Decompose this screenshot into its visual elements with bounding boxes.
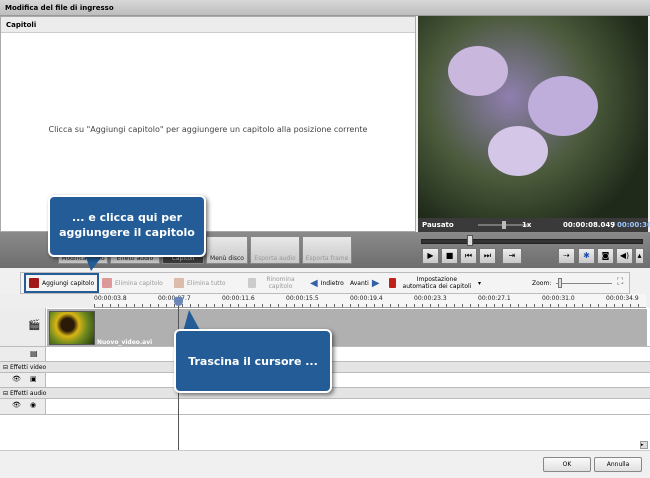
zoom-label: Zoom: <box>532 279 552 287</box>
chapter-toolbar: Aggiungi capitolo Elimina capitolo Elimi… <box>20 272 630 294</box>
forward-label: Avanti <box>350 279 369 287</box>
track-label: 👁 ◉ <box>0 399 46 414</box>
chapters-header: Capitoli <box>1 17 415 33</box>
zoom-slider-thumb[interactable] <box>558 278 562 288</box>
video-track-icon: 🎬 <box>28 320 41 331</box>
menu-disco-button[interactable]: Menù disco <box>206 236 248 264</box>
delete-all-icon <box>174 278 184 288</box>
esporta-audio-label: Esporta audio <box>254 255 296 262</box>
menu-disco-label: Menù disco <box>210 255 244 262</box>
ruler-tick: 00:00:31.0 <box>542 295 575 302</box>
scroll-right-icon[interactable]: ▸ <box>640 441 648 449</box>
esporta-frame-button[interactable]: Esporta frame <box>302 236 352 264</box>
playback-mode-icon[interactable]: ⇢ <box>558 248 575 264</box>
video-preview <box>418 16 648 218</box>
preview-image <box>488 126 548 176</box>
total-time: 00:00:36.400 <box>617 221 650 229</box>
audio-effect-icon: ◉ <box>30 401 37 409</box>
esporta-audio-button[interactable]: Esporta audio <box>250 236 300 264</box>
preview-image <box>448 46 508 96</box>
next-frame-icon[interactable]: ⏭ <box>479 248 496 264</box>
speed-slider-thumb[interactable] <box>502 221 506 229</box>
rename-chapter-button[interactable]: Rinomina capitolo <box>245 273 305 293</box>
add-chapter-button[interactable]: Aggiungi capitolo <box>24 273 100 293</box>
dropdown-icon: ▾ <box>477 279 481 287</box>
forward-button[interactable]: Avanti ▶ <box>347 273 383 293</box>
ok-button[interactable]: OK <box>543 457 591 472</box>
audio-effects-label: Effetti audio <box>9 390 47 397</box>
time-separator: / <box>612 221 615 229</box>
seek-thumb[interactable] <box>466 235 473 246</box>
auto-chapters-icon <box>389 278 396 288</box>
timeline-empty-area <box>0 415 650 450</box>
delete-chapter-icon <box>102 278 112 288</box>
prev-frame-icon[interactable]: ⏮ <box>460 248 477 264</box>
delete-all-label: Elimina tutto <box>187 279 226 287</box>
player-status: Pausato <box>422 221 454 229</box>
drag-cursor-callout: Trascina il cursore ... <box>174 329 332 393</box>
audio-track-icon: ▤ <box>30 349 38 358</box>
ruler-tick: 00:00:11.6 <box>222 295 255 302</box>
clip-thumbnail <box>49 311 95 345</box>
ruler-tick: 00:00:34.9 <box>606 295 639 302</box>
arrow-left-icon: ◀ <box>310 277 318 289</box>
callout-pointer <box>85 255 103 271</box>
stop-icon[interactable]: ■ <box>441 248 458 264</box>
seek-bar[interactable] <box>421 239 643 244</box>
track-label: 👁 ▣ <box>0 373 46 387</box>
volume-icon[interactable]: ◀) <box>616 248 633 264</box>
back-button[interactable]: ◀ Indietro <box>307 273 347 293</box>
go-to-icon[interactable]: ⇥ <box>502 248 522 264</box>
clip-name: Nuovo_video.avi <box>97 339 153 346</box>
ruler-tick: 00:00:03.8 <box>94 295 127 302</box>
video-effects-label: Effetti video <box>9 364 47 371</box>
add-chapter-label: Aggiungi capitolo <box>42 279 95 287</box>
cursor-handle[interactable] <box>174 297 183 306</box>
cancel-button[interactable]: Annulla <box>594 457 642 472</box>
back-label: Indietro <box>320 279 344 287</box>
player-status-bar: Pausato 1x 00:00:08.049 / 00:00:36.400 <box>418 218 650 232</box>
esporta-frame-label: Esporta frame <box>305 255 349 262</box>
track-label: ▤ <box>0 347 46 361</box>
rename-chapter-label: Rinomina capitolo <box>266 276 295 290</box>
delete-chapter-button[interactable]: Elimina capitolo <box>99 273 166 293</box>
preview-image <box>528 76 598 136</box>
auto-chapters-button[interactable]: Impostazione automatica dei capitoli ▾ <box>386 273 484 293</box>
delete-all-button[interactable]: Elimina tutto <box>171 273 229 293</box>
ruler-spacer <box>0 294 94 308</box>
ruler-tick: 00:00:23.3 <box>414 295 447 302</box>
delete-chapter-label: Elimina capitolo <box>115 279 163 287</box>
eye-icon[interactable]: 👁 <box>12 401 21 409</box>
fullscreen-icon[interactable]: ✱ <box>578 248 595 264</box>
speed-value: 1x <box>522 221 532 229</box>
chapters-hint: Clicca su "Aggiungi capitolo" per aggiun… <box>48 125 368 134</box>
fit-icon[interactable]: ⛶ <box>617 277 623 287</box>
video-effect-icon: ▣ <box>30 375 37 383</box>
volume-dropdown-icon[interactable]: ▴ <box>635 248 644 264</box>
zoom-slider[interactable] <box>556 283 612 284</box>
arrow-right-icon: ▶ <box>371 277 380 289</box>
ruler-tick: 00:00:19.4 <box>350 295 383 302</box>
add-chapter-callout: ... e clicca qui per aggiungere il capit… <box>48 195 206 257</box>
audio-effects-track: 👁 ◉ <box>0 399 650 415</box>
play-icon[interactable]: ▶ <box>422 248 439 264</box>
window-title: Modifica del file di ingresso <box>0 0 650 16</box>
eye-icon[interactable]: 👁 <box>12 375 21 383</box>
auto-chapters-label: Impostazione automatica dei capitoli <box>402 276 472 290</box>
add-chapter-icon <box>29 278 39 288</box>
track-label: 🎬 <box>0 308 46 346</box>
rename-chapter-icon <box>248 278 256 288</box>
current-time: 00:00:08.049 <box>563 221 616 229</box>
camera-icon[interactable]: ◙ <box>597 248 614 264</box>
ruler-tick: 00:00:15.5 <box>286 295 319 302</box>
ruler-tick: 00:00:27.1 <box>478 295 511 302</box>
